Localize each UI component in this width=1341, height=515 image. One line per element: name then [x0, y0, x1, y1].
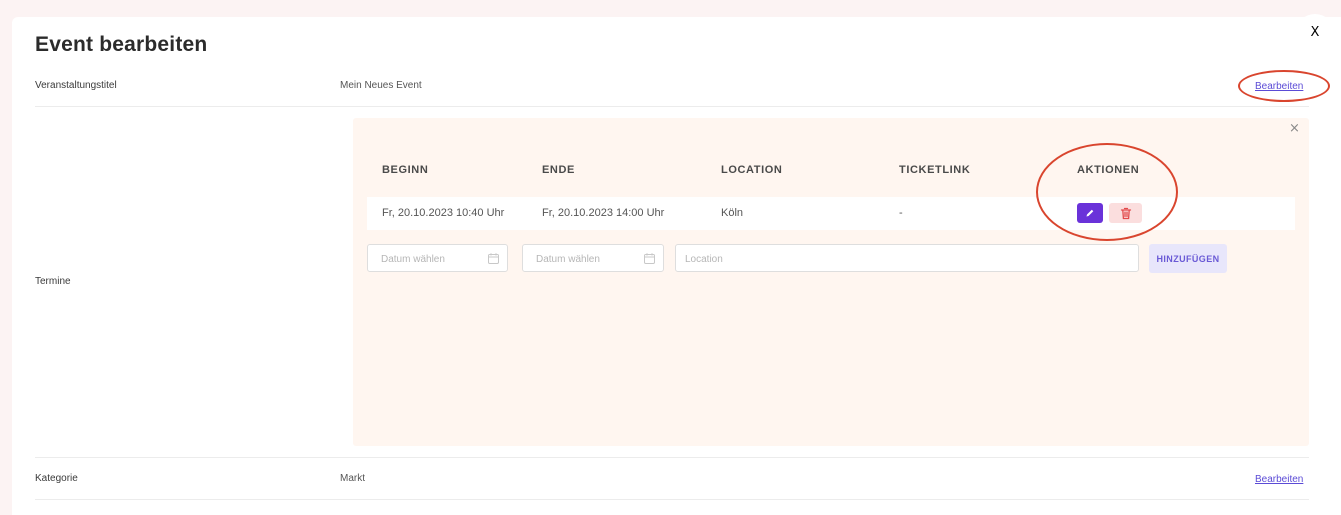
trash-icon [1120, 207, 1131, 219]
dates-field-label: Termine [35, 276, 71, 287]
close-panel-icon[interactable]: × [1289, 121, 1300, 136]
category-field-value: Markt [340, 473, 365, 484]
delete-date-button[interactable] [1109, 203, 1142, 223]
cell-location: Köln [721, 207, 744, 219]
title-field-value: Mein Neues Event [340, 80, 422, 91]
location-input[interactable]: Location [675, 244, 1139, 272]
divider [35, 457, 1309, 458]
category-field-label: Kategorie [35, 473, 78, 484]
column-header-location: LOCATION [721, 164, 783, 176]
cell-ticketlink: - [899, 207, 903, 219]
edit-title-link[interactable]: Bearbeiten [1255, 81, 1303, 92]
column-header-end: ENDE [542, 164, 575, 176]
page-title: Event bearbeiten [35, 33, 208, 56]
edit-date-button[interactable] [1077, 203, 1103, 223]
title-field-label: Veranstaltungstitel [35, 80, 117, 91]
column-header-actions: AKTIONEN [1077, 164, 1140, 176]
location-placeholder: Location [685, 254, 723, 265]
table-row [367, 197, 1295, 230]
column-header-ticketlink: TICKETLINK [899, 164, 971, 176]
pencil-icon [1086, 209, 1094, 217]
calendar-icon[interactable] [643, 252, 656, 265]
add-date-button[interactable]: HINZUFÜGEN [1149, 244, 1227, 273]
start-date-placeholder: Datum wählen [381, 254, 445, 265]
divider [35, 499, 1309, 500]
divider [35, 106, 1309, 107]
end-date-input[interactable]: Datum wählen [522, 244, 664, 272]
cell-start: Fr, 20.10.2023 10:40 Uhr [382, 207, 505, 219]
edit-category-link[interactable]: Bearbeiten [1255, 474, 1303, 485]
cell-end: Fr, 20.10.2023 14:00 Uhr [542, 207, 665, 219]
end-date-placeholder: Datum wählen [536, 254, 600, 265]
calendar-icon[interactable] [487, 252, 500, 265]
dates-panel [353, 118, 1309, 446]
column-header-start: BEGINN [382, 164, 429, 176]
close-modal-button[interactable]: X [1296, 14, 1334, 50]
start-date-input[interactable]: Datum wählen [367, 244, 508, 272]
